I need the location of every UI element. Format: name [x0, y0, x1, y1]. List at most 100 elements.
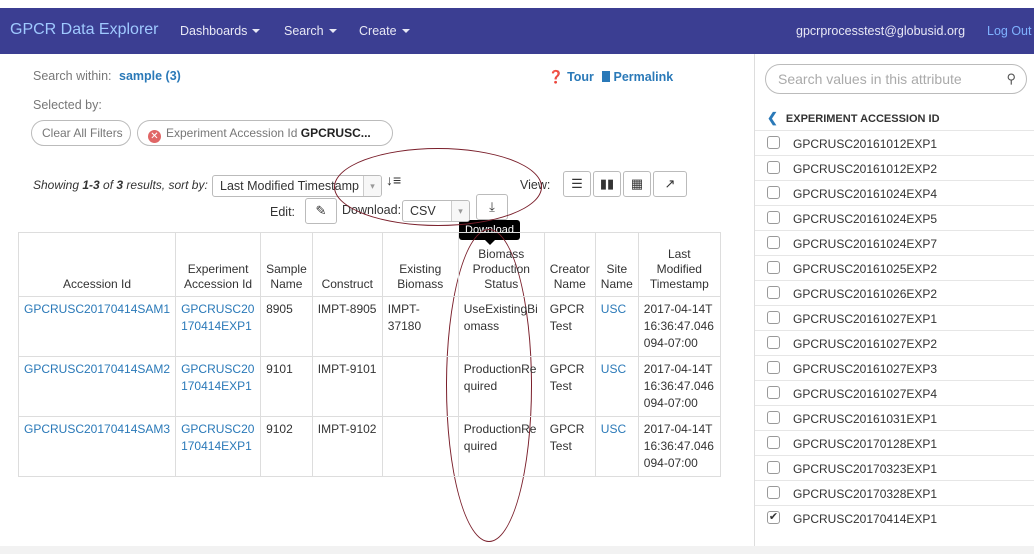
checkbox-icon[interactable] — [767, 361, 780, 374]
accession-id-link[interactable]: GPCRUSC20170414SAM3 — [24, 422, 170, 436]
column-header[interactable]: Accession Id — [17, 232, 177, 297]
checkbox-icon[interactable] — [767, 336, 780, 349]
checkbox-icon[interactable] — [767, 286, 780, 299]
facet-item[interactable]: GPCRUSC20161012EXP2 — [755, 155, 1034, 180]
facet-item-label: GPCRUSC20161027EXP2 — [793, 337, 938, 351]
column-header[interactable]: Site Name — [594, 232, 639, 297]
results-table: Accession Id Experiment Accession Id Sam… — [17, 232, 721, 477]
column-header[interactable]: Construct — [311, 232, 383, 297]
site-link[interactable]: USC — [601, 362, 626, 376]
facet-item-label: GPCRUSC20161024EXP5 — [793, 212, 938, 226]
accession-id-link[interactable]: GPCRUSC20170414SAM2 — [24, 362, 170, 376]
facet-item[interactable]: GPCRUSC20170328EXP1 — [755, 480, 1034, 505]
experiment-link[interactable]: GPCRUSC20 170414EXP1 — [181, 362, 254, 393]
search-within: Search within: sample (3) — [33, 69, 181, 83]
annotation-oval — [334, 148, 542, 226]
brand-link[interactable]: GPCR Data Explorer — [10, 21, 159, 39]
facet-item[interactable]: ✔ GPCRUSC20170414EXP1 — [755, 505, 1034, 530]
remove-filter-icon[interactable]: ✕ — [148, 130, 161, 143]
facet-item[interactable]: GPCRUSC20170323EXP1 — [755, 455, 1034, 480]
search-icon: ⚲ — [1006, 71, 1016, 86]
view-grid-button[interactable]: ▦ — [623, 171, 651, 197]
facet-item[interactable]: GPCRUSC20161024EXP5 — [755, 205, 1034, 230]
accession-id-link[interactable]: GPCRUSC20170414SAM1 — [24, 302, 170, 316]
checkbox-icon[interactable] — [767, 186, 780, 199]
table-cell: IMPT-37180 — [381, 296, 459, 357]
attribute-header[interactable]: ❮ EXPERIMENT ACCESSION ID — [767, 110, 940, 126]
permalink-link[interactable]: Permalink — [602, 70, 673, 84]
facet-item[interactable]: GPCRUSC20161026EXP2 — [755, 280, 1034, 305]
view-list-button[interactable]: ☰ — [563, 171, 591, 197]
checkbox-icon[interactable] — [767, 411, 780, 424]
search-menu[interactable]: Search — [284, 24, 337, 38]
facet-item-label: GPCRUSC20161024EXP4 — [793, 187, 938, 201]
column-header[interactable]: Biomass Production Status — [457, 232, 545, 297]
facet-item[interactable]: GPCRUSC20161027EXP1 — [755, 305, 1034, 330]
facet-item-label: GPCRUSC20161025EXP2 — [793, 262, 938, 276]
experiment-link[interactable]: GPCRUSC20 170414EXP1 — [181, 422, 254, 453]
bookmark-icon — [602, 71, 610, 82]
facet-item-label: GPCRUSC20170414EXP1 — [793, 512, 938, 526]
checkbox-icon[interactable] — [767, 436, 780, 449]
column-header[interactable]: Creator Name — [543, 232, 596, 297]
facet-item[interactable]: GPCRUSC20161025EXP2 — [755, 255, 1034, 280]
checkbox-icon[interactable] — [767, 261, 780, 274]
facet-item[interactable]: GPCRUSC20161031EXP1 — [755, 405, 1034, 430]
checkbox-icon[interactable] — [767, 386, 780, 399]
column-header[interactable]: Last Modified Timestamp — [637, 232, 721, 297]
checkbox-checked-icon[interactable]: ✔ — [767, 511, 780, 524]
edit-icon: ✎ — [315, 203, 327, 218]
selected-by-label: Selected by: — [33, 98, 102, 112]
facet-item-label: GPCRUSC20170323EXP1 — [793, 462, 938, 476]
bottom-strip — [0, 546, 1034, 554]
facet-item[interactable]: GPCRUSC20161024EXP4 — [755, 180, 1034, 205]
table-cell: ProductionRe quired — [457, 356, 545, 417]
tour-link[interactable]: ❓ Tour — [548, 70, 594, 85]
checkbox-icon[interactable] — [767, 311, 780, 324]
column-header[interactable]: Existing Biomass — [381, 232, 459, 297]
checkbox-icon[interactable] — [767, 236, 780, 249]
edit-label: Edit: — [270, 205, 296, 219]
user-email[interactable]: gpcrprocesstest@globusid.org — [796, 24, 965, 38]
facet-item-label: GPCRUSC20161027EXP3 — [793, 362, 938, 376]
checkbox-icon[interactable] — [767, 461, 780, 474]
experiment-link[interactable]: GPCRUSC20 170414EXP1 — [181, 302, 254, 333]
column-header[interactable]: Experiment Accession Id — [175, 232, 262, 297]
table-cell: IMPT-8905 — [311, 296, 383, 357]
checkbox-icon[interactable] — [767, 136, 780, 149]
view-columns-button[interactable]: ▮▮ — [593, 171, 621, 197]
table-cell: GPCR Test — [543, 296, 596, 357]
facet-item[interactable]: GPCRUSC20161027EXP3 — [755, 355, 1034, 380]
edit-button[interactable]: ✎ — [305, 198, 337, 224]
question-circle-icon: ❓ — [548, 70, 564, 84]
site-link[interactable]: USC — [601, 422, 626, 436]
checkbox-icon[interactable] — [767, 486, 780, 499]
logout-link[interactable]: Log Out — [987, 24, 1031, 38]
facet-item[interactable]: GPCRUSC20161027EXP2 — [755, 330, 1034, 355]
table-cell: UseExistingBi omass — [457, 296, 545, 357]
facet-item-label: GPCRUSC20161031EXP1 — [793, 412, 938, 426]
facet-item[interactable]: GPCRUSC20161027EXP4 — [755, 380, 1034, 405]
clear-all-filters-button[interactable]: Clear All Filters — [31, 120, 131, 146]
facet-item-label: GPCRUSC20161024EXP7 — [793, 237, 938, 251]
facet-search-input[interactable]: Search values in this attribute ⚲ — [765, 64, 1027, 94]
chevron-left-icon[interactable]: ❮ — [767, 110, 778, 125]
column-header[interactable]: Sample Name — [260, 232, 313, 297]
facet-item-label: GPCRUSC20161027EXP4 — [793, 387, 938, 401]
dashboards-menu[interactable]: Dashboards — [180, 24, 261, 38]
filter-chip[interactable]: ✕ Experiment Accession Id GPCRUSC... — [137, 120, 393, 146]
checkbox-icon[interactable] — [767, 161, 780, 174]
view-chart-button[interactable]: ↗ — [653, 171, 687, 197]
table-cell — [381, 356, 459, 417]
table-cell: GPCR Test — [543, 416, 596, 477]
site-link[interactable]: USC — [601, 302, 626, 316]
facet-item[interactable]: GPCRUSC20161012EXP1 — [755, 130, 1034, 155]
table-cell: 9102 — [260, 416, 313, 477]
search-within-value[interactable]: sample (3) — [119, 69, 181, 83]
caret-down-icon — [328, 29, 337, 33]
facet-item[interactable]: GPCRUSC20161024EXP7 — [755, 230, 1034, 255]
create-menu[interactable]: Create — [359, 24, 410, 38]
checkbox-icon[interactable] — [767, 211, 780, 224]
table-cell: 8905 — [260, 296, 313, 357]
facet-item[interactable]: GPCRUSC20170128EXP1 — [755, 430, 1034, 455]
